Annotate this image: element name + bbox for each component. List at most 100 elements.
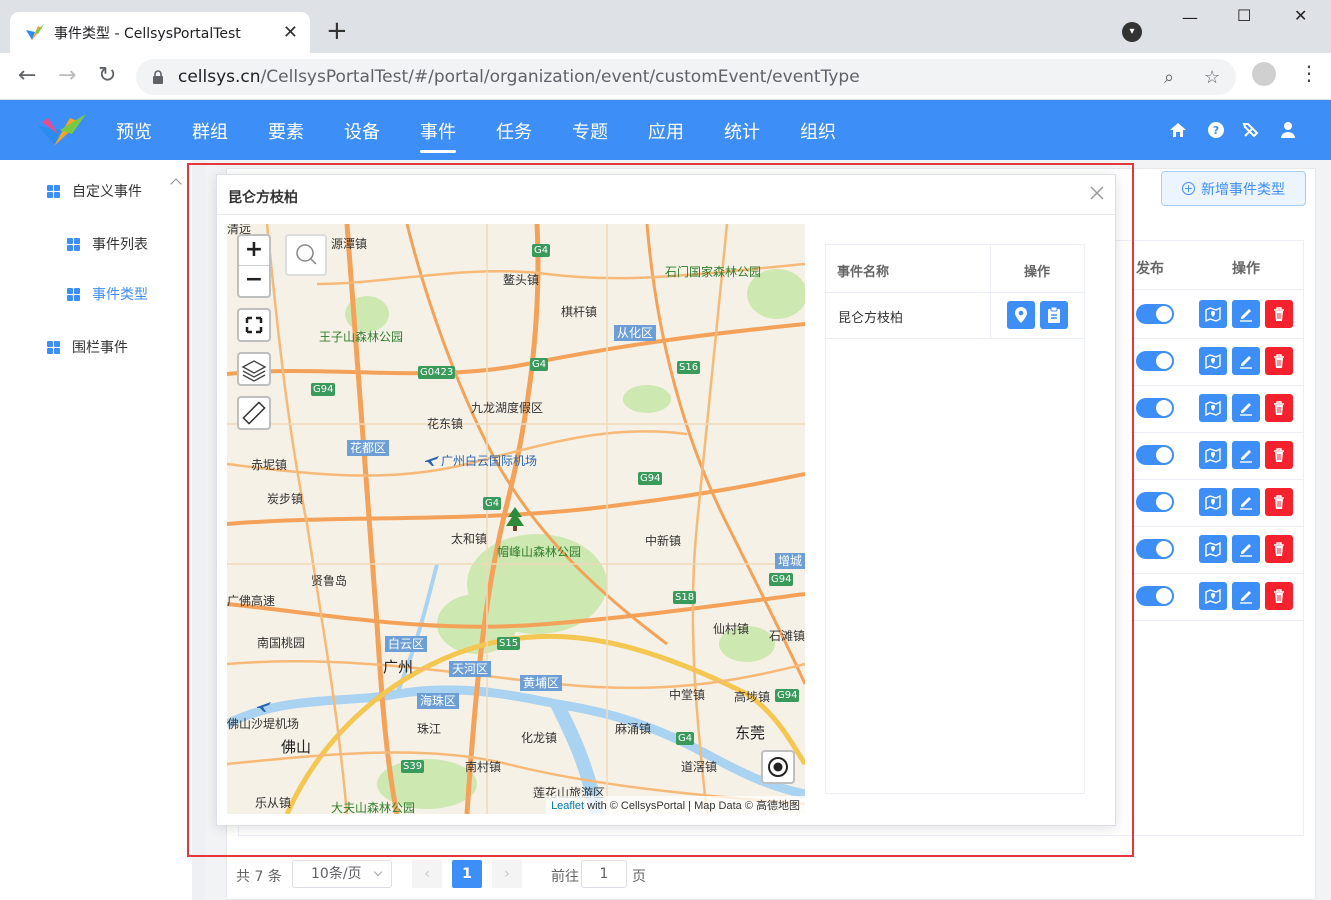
highway-label: G4 bbox=[530, 358, 549, 371]
prev-page-button[interactable]: ‹ bbox=[412, 860, 442, 888]
next-page-button[interactable]: › bbox=[492, 860, 522, 888]
map-edit-button[interactable] bbox=[1199, 347, 1227, 375]
nav-item-tasks[interactable]: 任务 bbox=[496, 118, 532, 144]
back-icon[interactable]: ← bbox=[18, 63, 36, 89]
table-row-divider bbox=[1131, 620, 1304, 621]
help-icon[interactable]: ? bbox=[1207, 121, 1225, 139]
leaflet-link[interactable]: Leaflet bbox=[551, 800, 584, 812]
map-edit-icon bbox=[1205, 494, 1221, 511]
map-edit-button[interactable] bbox=[1199, 582, 1227, 610]
browser-tab-strip: 事件类型 - CellsysPortalTest ✕ + ▾ — ☐ ✕ bbox=[0, 0, 1331, 53]
nav-item-devices[interactable]: 设备 bbox=[344, 118, 380, 144]
nav-item-preview[interactable]: 预览 bbox=[116, 118, 152, 144]
delete-button[interactable] bbox=[1265, 441, 1293, 469]
nav-item-groups[interactable]: 群组 bbox=[192, 118, 228, 144]
profile-avatar-icon[interactable] bbox=[1252, 62, 1276, 86]
window-close-icon[interactable]: ✕ bbox=[1294, 6, 1307, 25]
map-search-icon[interactable] bbox=[285, 234, 327, 276]
add-event-type-button[interactable]: + 新增事件类型 bbox=[1161, 171, 1306, 206]
table-row-divider bbox=[1131, 573, 1304, 574]
fullscreen-icon[interactable] bbox=[237, 308, 271, 342]
delete-button[interactable] bbox=[1265, 535, 1293, 563]
nav-item-apps[interactable]: 应用 bbox=[648, 118, 684, 144]
map-edit-icon bbox=[1205, 447, 1221, 464]
tools-icon[interactable] bbox=[1242, 121, 1260, 139]
sidebar-item-event-list[interactable]: 事件列表 bbox=[67, 234, 148, 254]
trash-icon bbox=[1274, 542, 1284, 556]
reload-icon[interactable]: ↻ bbox=[98, 63, 116, 89]
edit-icon bbox=[1240, 497, 1252, 510]
zoom-out-icon[interactable]: − bbox=[239, 266, 269, 296]
sidebar-group-custom-events[interactable]: 自定义事件 bbox=[47, 181, 142, 201]
publish-toggle[interactable] bbox=[1136, 586, 1174, 606]
page-number-button[interactable]: 1 bbox=[452, 860, 482, 888]
publish-toggle[interactable] bbox=[1136, 304, 1174, 324]
nav-item-events[interactable]: 事件 bbox=[420, 118, 456, 153]
address-bar[interactable]: cellsys.cn/CellsysPortalTest/#/portal/or… bbox=[136, 59, 1236, 95]
layers-icon[interactable] bbox=[237, 352, 271, 386]
measure-ruler-icon[interactable] bbox=[237, 396, 271, 430]
dialog-title: 昆仑方枝柏 bbox=[228, 190, 298, 206]
app-logo[interactable] bbox=[36, 112, 88, 150]
edit-button[interactable] bbox=[1232, 535, 1260, 563]
delete-button[interactable] bbox=[1265, 582, 1293, 610]
edit-button[interactable] bbox=[1232, 441, 1260, 469]
details-button[interactable] bbox=[1040, 301, 1068, 329]
trash-icon bbox=[1274, 589, 1284, 603]
edit-button[interactable] bbox=[1232, 394, 1260, 422]
tab-search-icon[interactable]: ▾ bbox=[1122, 22, 1142, 42]
maximize-icon[interactable]: ☐ bbox=[1237, 6, 1251, 25]
nav-item-stats[interactable]: 统计 bbox=[724, 118, 760, 144]
url-text: cellsys.cn/CellsysPortalTest/#/portal/or… bbox=[178, 67, 860, 87]
goto-page-input[interactable]: 1 bbox=[581, 860, 627, 888]
forward-icon[interactable]: → bbox=[58, 63, 76, 89]
publish-toggle[interactable] bbox=[1136, 445, 1174, 465]
city-label: 广州 bbox=[383, 658, 414, 676]
browser-tab[interactable]: 事件类型 - CellsysPortalTest ✕ bbox=[10, 12, 310, 53]
minimize-icon[interactable]: — bbox=[1182, 8, 1198, 27]
tab-close-icon[interactable]: ✕ bbox=[283, 22, 298, 43]
edit-icon bbox=[1240, 356, 1252, 369]
close-icon[interactable] bbox=[1089, 185, 1105, 201]
delete-button[interactable] bbox=[1265, 488, 1293, 516]
locate-icon[interactable] bbox=[761, 750, 795, 784]
map-edit-button[interactable] bbox=[1199, 488, 1227, 516]
bookmark-star-icon[interactable]: ☆ bbox=[1204, 67, 1220, 88]
edit-button[interactable] bbox=[1232, 488, 1260, 516]
edit-button[interactable] bbox=[1232, 582, 1260, 610]
browser-toolbar: ← → ↻ cellsys.cn/CellsysPortalTest/#/por… bbox=[0, 53, 1331, 100]
map-edit-button[interactable] bbox=[1199, 300, 1227, 328]
browser-menu-icon[interactable]: ⋮ bbox=[1299, 61, 1319, 85]
sidebar-item-label: 事件列表 bbox=[92, 237, 148, 253]
map-pin-icon bbox=[1015, 307, 1027, 323]
sidebar-item-event-type[interactable]: 事件类型 bbox=[67, 284, 148, 304]
delete-button[interactable] bbox=[1265, 300, 1293, 328]
edit-button[interactable] bbox=[1232, 300, 1260, 328]
nav-item-topics[interactable]: 专题 bbox=[572, 118, 608, 144]
edit-icon bbox=[1240, 544, 1252, 557]
column-header-name: 事件名称 bbox=[837, 265, 890, 280]
sidebar-group-fence-events[interactable]: 围栏事件 bbox=[47, 337, 128, 357]
page-size-select[interactable]: 10条/页 bbox=[292, 860, 392, 888]
map-edit-button[interactable] bbox=[1199, 394, 1227, 422]
nav-item-org[interactable]: 组织 bbox=[800, 118, 836, 144]
district-label: 花都区 bbox=[347, 440, 390, 456]
publish-toggle[interactable] bbox=[1136, 492, 1174, 512]
dialog-header: 昆仑方枝柏 bbox=[217, 175, 1115, 215]
publish-toggle[interactable] bbox=[1136, 398, 1174, 418]
map-edit-button[interactable] bbox=[1199, 535, 1227, 563]
map-edit-button[interactable] bbox=[1199, 441, 1227, 469]
delete-button[interactable] bbox=[1265, 394, 1293, 422]
publish-toggle[interactable] bbox=[1136, 539, 1174, 559]
zoom-icon[interactable]: ⌕ bbox=[1164, 67, 1174, 88]
map-view[interactable]: 源潭镇 清远 G4 鳌头镇 石门国家森林公园 王子山森林公园 棋杆镇 从化区 G… bbox=[227, 224, 805, 814]
publish-toggle[interactable] bbox=[1136, 351, 1174, 371]
zoom-in-icon[interactable]: + bbox=[239, 236, 269, 266]
delete-button[interactable] bbox=[1265, 347, 1293, 375]
home-icon[interactable] bbox=[1169, 121, 1187, 139]
edit-button[interactable] bbox=[1232, 347, 1260, 375]
user-icon[interactable] bbox=[1279, 121, 1297, 139]
locate-marker-button[interactable] bbox=[1007, 301, 1035, 329]
nav-item-elements[interactable]: 要素 bbox=[268, 118, 304, 144]
new-tab-icon[interactable]: + bbox=[326, 16, 348, 46]
